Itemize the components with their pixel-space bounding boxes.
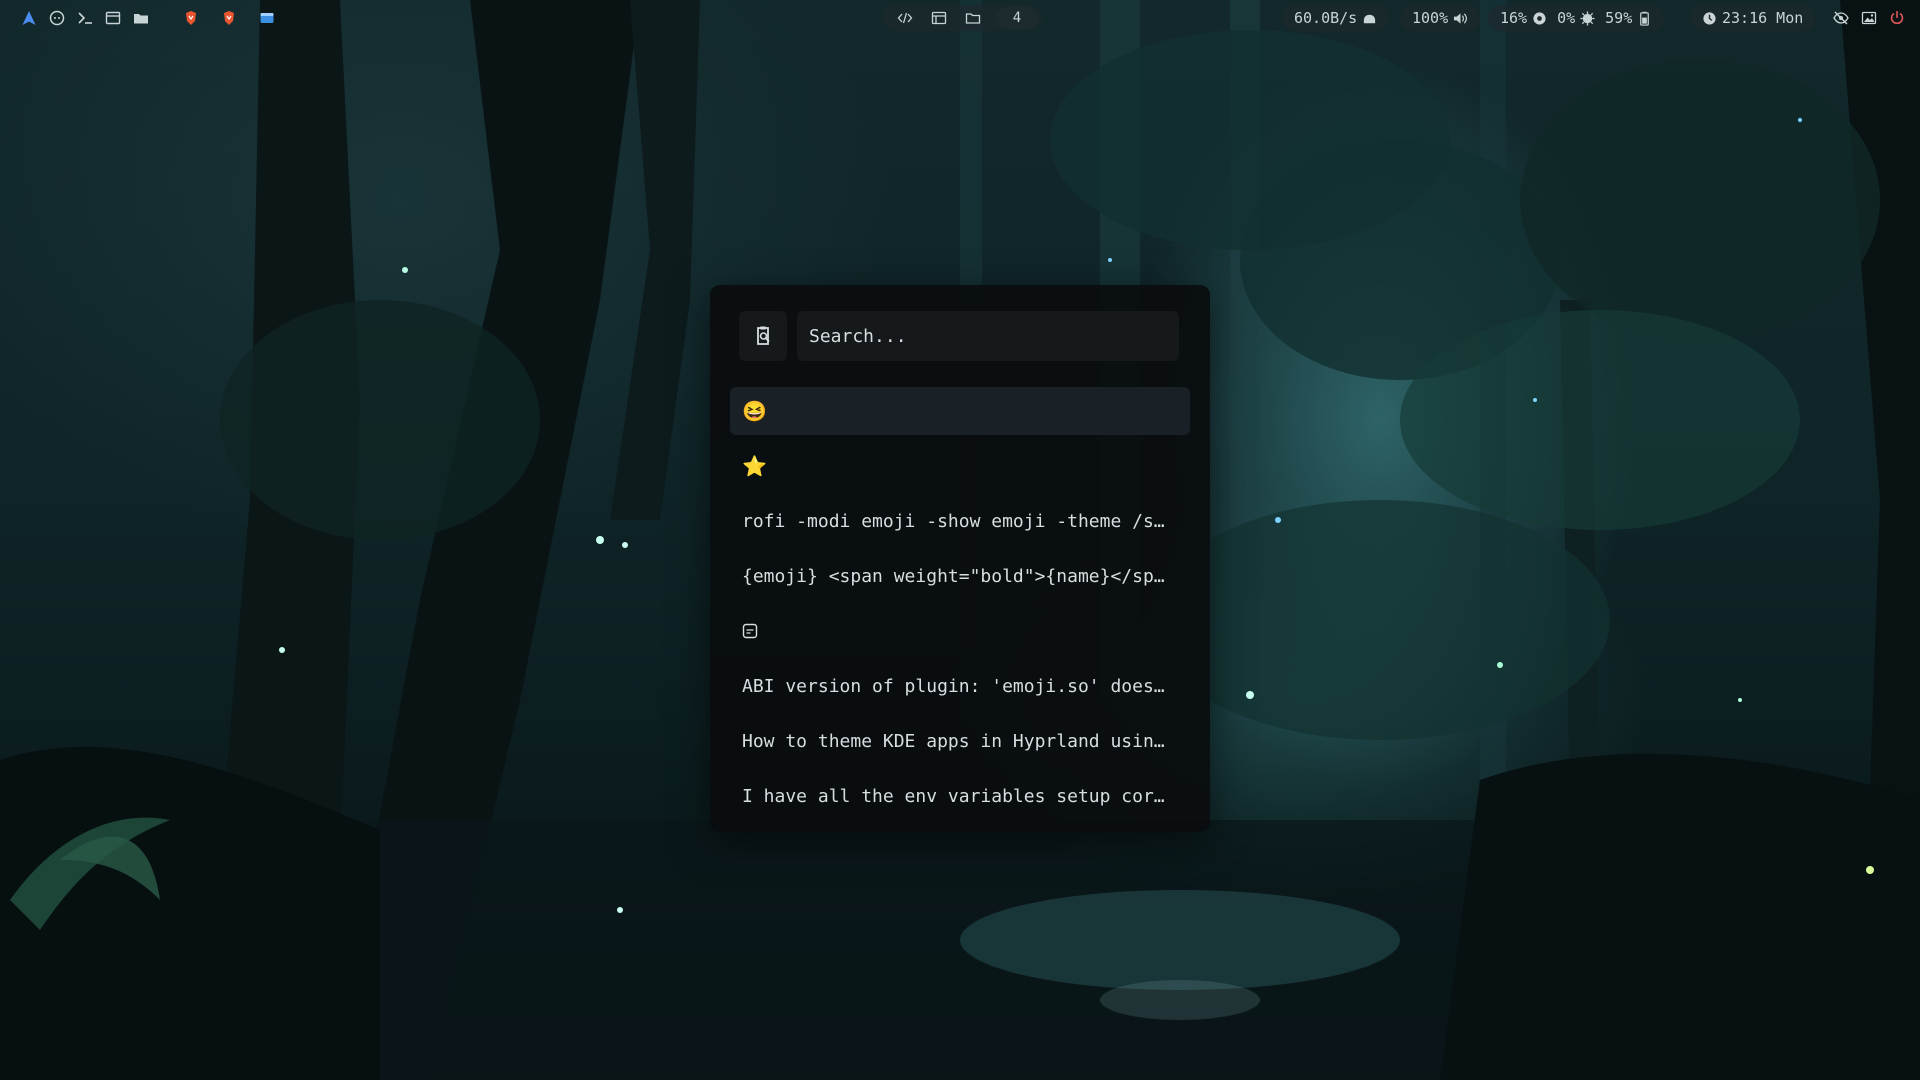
list-item-label: {emoji} <span weight="bold">{name}</sp… [742, 565, 1165, 587]
memory-icon [1580, 10, 1595, 26]
window-icon[interactable] [928, 7, 950, 29]
battery-icon [1640, 11, 1650, 26]
terminal-icon[interactable] [74, 7, 96, 29]
cpu-usage[interactable]: 16% [1500, 9, 1547, 27]
folder-icon[interactable] [130, 7, 152, 29]
volume-level-text: 100% [1412, 9, 1449, 27]
github-icon[interactable] [46, 7, 68, 29]
brave-browser-icon[interactable] [218, 7, 240, 29]
list-item-label: ABI version of plugin: 'emoji.so' does… [742, 675, 1165, 697]
list-item-label: rofi -modi emoji -show emoji -theme /s… [742, 510, 1165, 532]
memory-usage-text: 0% [1557, 9, 1576, 27]
workspace-pill: 4 [882, 5, 1042, 31]
volume-icon [1454, 12, 1468, 24]
clock-time-text: 23:16 Mon [1722, 9, 1804, 27]
launcher-icons [18, 0, 284, 36]
cpu-icon [1533, 11, 1546, 25]
network-pill: 60.0B/s [1282, 5, 1390, 31]
network-icon [1364, 14, 1376, 23]
search-input[interactable] [797, 311, 1179, 361]
list-item[interactable]: ABI version of plugin: 'emoji.so' does… [730, 662, 1190, 710]
power-icon[interactable] [1886, 7, 1908, 29]
top-bar: 4 60.0B/s 100% 16% 0% 59% 23:16 Mon [0, 0, 1920, 36]
calendar-window-icon[interactable] [102, 7, 124, 29]
volume-module: 100% [1400, 0, 1481, 36]
clock-icon [1703, 11, 1716, 25]
list-item[interactable]: 😆 [730, 387, 1190, 435]
network-module: 60.0B/s [1282, 0, 1390, 36]
clipboard-image-icon [742, 623, 758, 639]
clipboard-search-icon [739, 311, 787, 361]
battery-status[interactable]: 59% [1605, 9, 1652, 27]
folder-icon[interactable] [962, 7, 984, 29]
clock-module: 23:16 Mon [1690, 0, 1816, 36]
clock-pill: 23:16 Mon [1690, 5, 1816, 31]
volume-pill: 100% [1400, 5, 1481, 31]
cpu-usage-text: 16% [1500, 9, 1528, 27]
clipboard-list: 😆 ⭐ rofi -modi emoji -show emoji -theme … [730, 387, 1190, 827]
workspace-active[interactable]: 4 [996, 7, 1038, 29]
list-item-label: ⭐ [742, 454, 767, 478]
brave-browser-icon[interactable] [180, 7, 202, 29]
list-item[interactable]: How to theme KDE apps in Hyprland usin… [730, 717, 1190, 765]
list-item-label: How to theme KDE apps in Hyprland usin… [742, 730, 1165, 752]
file-manager-icon[interactable] [256, 7, 278, 29]
list-item[interactable]: ⭐ [730, 442, 1190, 490]
clock[interactable]: 23:16 Mon [1702, 9, 1803, 27]
volume-control[interactable]: 100% [1412, 9, 1468, 27]
code-icon[interactable] [894, 7, 916, 29]
image-icon[interactable] [1858, 7, 1880, 29]
tray-icons [1830, 0, 1914, 36]
arch-logo-icon[interactable] [18, 7, 40, 29]
list-item[interactable]: rofi -modi emoji -show emoji -theme /s… [730, 497, 1190, 545]
list-item[interactable]: I have all the env variables setup cor… [730, 772, 1190, 820]
clipboard-launcher: 😆 ⭐ rofi -modi emoji -show emoji -theme … [710, 285, 1210, 832]
battery-level-text: 59% [1605, 9, 1633, 27]
system-module: 16% 0% 59% [1488, 0, 1665, 36]
network-speed[interactable]: 60.0B/s [1294, 9, 1377, 27]
eye-off-icon[interactable] [1830, 7, 1852, 29]
list-item-label: 😆 [742, 399, 767, 423]
search-row [739, 311, 1179, 361]
list-item[interactable]: {emoji} <span weight="bold">{name}</sp… [730, 552, 1190, 600]
memory-usage[interactable]: 0% [1557, 9, 1595, 27]
list-item-label: I have all the env variables setup cor… [742, 785, 1165, 807]
network-speed-text: 60.0B/s [1294, 9, 1358, 27]
workspaces: 4 [882, 0, 1042, 36]
system-pill: 16% 0% 59% [1488, 5, 1665, 31]
list-item[interactable] [730, 607, 1190, 655]
